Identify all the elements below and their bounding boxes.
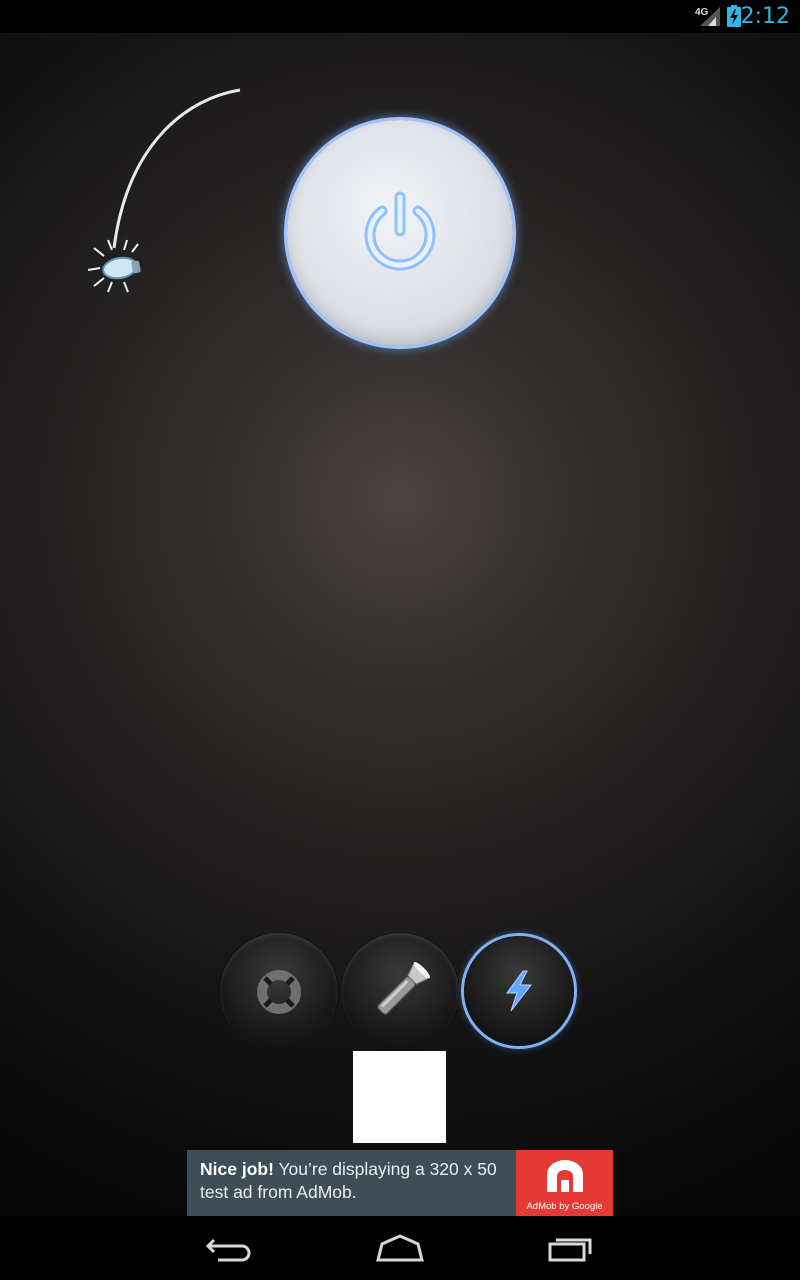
ad-logo-caption: AdMob by Google [526, 1201, 603, 1212]
light-bulb-pendulum[interactable] [80, 80, 250, 300]
ad-headline: Nice job! [200, 1159, 274, 1179]
lightning-bolt-icon [506, 970, 533, 1012]
ad-banner[interactable]: Nice job! You’re displaying a 320 x 50 t… [187, 1150, 613, 1216]
screen: 4G 2:12 Nice job! You’re displaying a 32… [0, 0, 800, 1280]
sos-mode-button[interactable] [220, 933, 338, 1051]
ad-text: Nice job! You’re displaying a 320 x 50 t… [200, 1158, 515, 1204]
recent-apps-icon[interactable] [540, 1230, 600, 1266]
admob-logo: AdMob by Google [516, 1150, 613, 1216]
signal-icon: 4G [695, 7, 720, 26]
admob-icon [547, 1160, 583, 1192]
battery-charging-icon [727, 5, 741, 27]
white-placeholder-box [353, 1051, 446, 1143]
flash-mode-button[interactable] [464, 936, 574, 1046]
home-icon[interactable] [370, 1230, 430, 1266]
status-bar: 4G 2:12 [0, 0, 800, 33]
power-button[interactable] [287, 120, 513, 346]
flashlight-icon [377, 961, 431, 1015]
lifebuoy-icon [257, 970, 301, 1014]
back-icon[interactable] [200, 1230, 260, 1266]
navigation-bar [0, 1216, 800, 1280]
status-time: 2:12 [740, 4, 790, 29]
network-type-label: 4G [695, 7, 709, 18]
power-icon [364, 191, 436, 271]
flashlight-mode-button[interactable] [341, 933, 459, 1051]
